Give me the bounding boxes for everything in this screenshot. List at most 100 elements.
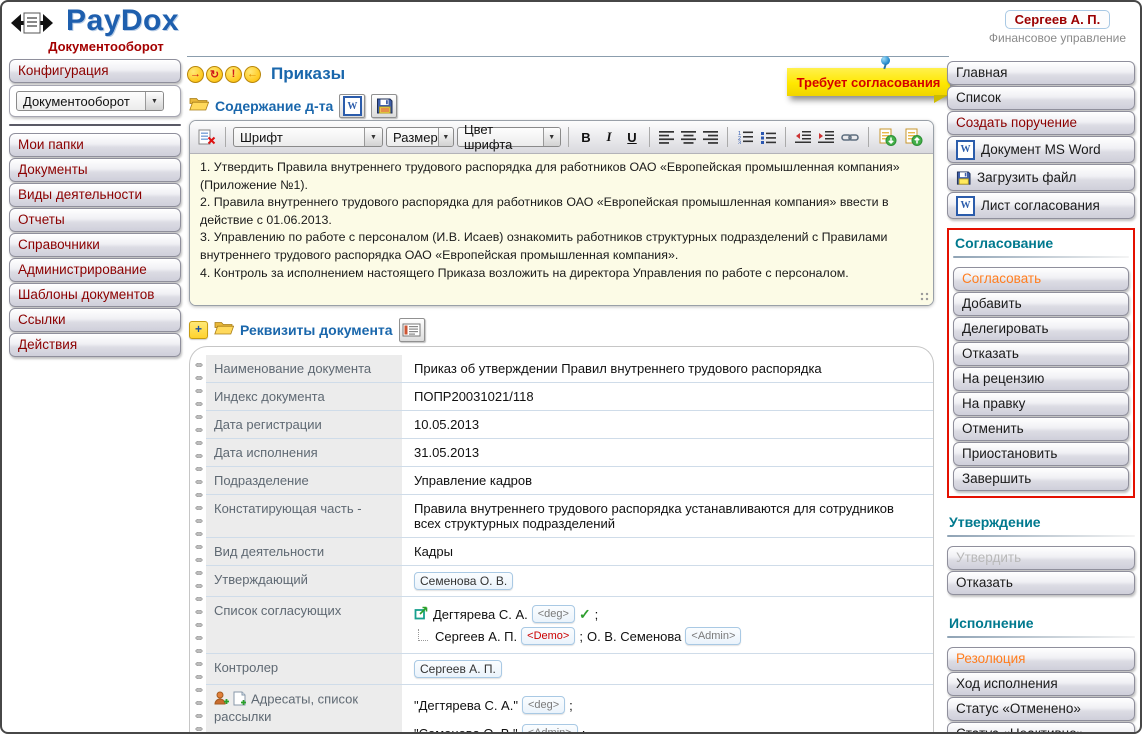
table-row: Вид деятельности Кадры: [206, 538, 933, 566]
floppy-icon: [956, 171, 971, 185]
rsb-button-ms-word-document[interactable]: W Документ MS Word: [947, 136, 1135, 163]
rsb-button-agreement-sheet[interactable]: W Лист согласования: [947, 192, 1135, 219]
role-tag-badge[interactable]: <Admin>: [685, 627, 741, 645]
approve-button: Утвердить: [947, 546, 1135, 570]
add-document-icon[interactable]: [233, 691, 247, 709]
document-editor: Шрифт ▼ Размер ▼ Цвет шрифта ▼ B I U: [189, 120, 934, 306]
refresh-icon[interactable]: ↻: [206, 66, 223, 83]
agreement-highlight-frame: Согласование Согласовать Добавить Делеги…: [947, 228, 1135, 498]
agreer-name[interactable]: Дегтярева С. А.: [433, 607, 528, 622]
configuration-select[interactable]: Документооборот ▼: [16, 91, 164, 111]
table-row: Утверждающий Семенова О. В.: [206, 566, 933, 597]
align-center-button[interactable]: [679, 129, 698, 146]
rsb-button-home[interactable]: Главная: [947, 61, 1135, 85]
person-badge[interactable]: Сергеев А. П.: [414, 660, 502, 678]
role-tag-badge[interactable]: <Demo>: [521, 627, 575, 645]
execution-progress-button[interactable]: Ход исполнения: [947, 672, 1135, 696]
sidebar-item-references[interactable]: Справочники: [9, 233, 181, 257]
table-row: Дата исполнения 31.05.2013: [206, 439, 933, 467]
indent-button[interactable]: [816, 129, 836, 146]
sidebar-item-reports[interactable]: Отчеты: [9, 208, 181, 232]
resolution-button[interactable]: Резолюция: [947, 647, 1135, 671]
chevron-down-icon[interactable]: ▼: [364, 128, 382, 146]
to-revision-button[interactable]: На правку: [953, 392, 1129, 416]
sidebar-item-my-folders[interactable]: Мои папки: [9, 133, 181, 157]
word-icon: W: [956, 140, 975, 160]
font-size-select[interactable]: Размер ▼: [386, 127, 454, 147]
role-tag-badge[interactable]: <deg>: [522, 696, 565, 714]
rsb-button-upload-file[interactable]: Загрузить файл: [947, 164, 1135, 191]
rsb-button-create-task[interactable]: Создать поручение: [947, 111, 1135, 135]
current-user-badge[interactable]: Сергеев А. П.: [1005, 10, 1111, 29]
add-requisite-button[interactable]: +: [189, 321, 208, 339]
bold-button[interactable]: B: [576, 130, 596, 145]
paydox-logo-subtitle: Документооборот: [30, 39, 182, 54]
nav-back-icon[interactable]: ←: [244, 66, 261, 83]
addressee-name[interactable]: "Семенова О. В.": [414, 726, 518, 734]
delegate-button[interactable]: Делегировать: [953, 317, 1129, 341]
approval-refuse-button[interactable]: Отказать: [947, 571, 1135, 595]
to-review-button[interactable]: На рецензию: [953, 367, 1129, 391]
agreer-name[interactable]: Сергеев А. П.: [435, 629, 517, 644]
registration-journal-button[interactable]: [399, 318, 425, 342]
document-content-editor[interactable]: 1. Утвердить Правила внутреннего трудово…: [190, 154, 933, 305]
chevron-down-icon[interactable]: ▼: [438, 128, 453, 146]
cancel-button[interactable]: Отменить: [953, 417, 1129, 441]
execution-section-title: Исполнение: [947, 613, 1135, 631]
sidebar-toggle-print-icon[interactable]: [10, 8, 54, 43]
doc-upload-button[interactable]: [902, 126, 925, 148]
clear-formatting-icon[interactable]: [196, 127, 218, 147]
doc-download-button[interactable]: [876, 126, 899, 148]
sticky-note-requires-agreement: Требует согласования: [787, 68, 950, 96]
paydox-logo: PayDox: [66, 4, 179, 38]
status-inactive-button[interactable]: Статус «Неактивно»: [947, 722, 1135, 734]
sidebar-item-administration[interactable]: Администрирование: [9, 258, 181, 282]
table-row: Список согласующих Дегтярева С. А. <deg>…: [206, 597, 933, 654]
sidebar-item-configuration[interactable]: Конфигурация: [9, 59, 181, 83]
numbered-list-button[interactable]: 123: [735, 128, 755, 146]
chevron-down-icon[interactable]: ▼: [543, 128, 560, 146]
person-badge[interactable]: Семенова О. В.: [414, 572, 513, 590]
underline-button[interactable]: U: [622, 130, 642, 145]
sidebar-item-activity-types[interactable]: Виды деятельности: [9, 183, 181, 207]
paydox-window: PayDox Документооборот Сергеев А. П. Фин…: [0, 0, 1142, 734]
outdent-button[interactable]: [793, 129, 813, 146]
align-right-button[interactable]: [701, 129, 720, 146]
role-tag-badge[interactable]: <Admin>: [522, 724, 578, 734]
link-button[interactable]: [839, 130, 861, 145]
suspend-button[interactable]: Приостановить: [953, 442, 1129, 466]
role-tag-badge[interactable]: <deg>: [532, 605, 575, 623]
table-row: Наименование документа Приказ об утвержд…: [206, 355, 933, 383]
addressee-name[interactable]: "Дегтярева С. А.": [414, 698, 518, 713]
status-cancelled-button[interactable]: Статус «Отменено»: [947, 697, 1135, 721]
agree-button[interactable]: Согласовать: [953, 267, 1129, 291]
word-icon: W: [956, 196, 975, 216]
table-row: Индекс документа ПОПР20031021/118: [206, 383, 933, 411]
document-paragraph: 4. Контроль за исполнением настоящего Пр…: [200, 265, 923, 283]
font-select[interactable]: Шрифт ▼: [233, 127, 383, 147]
alert-icon[interactable]: !: [225, 66, 242, 83]
resize-grip[interactable]: [920, 292, 930, 302]
refuse-button[interactable]: Отказать: [953, 342, 1129, 366]
route-connector: [418, 629, 428, 641]
nav-next-icon[interactable]: →: [187, 66, 204, 83]
sidebar-item-document-templates[interactable]: Шаблоны документов: [9, 283, 181, 307]
rsb-button-list[interactable]: Список: [947, 86, 1135, 110]
requisites-section-title: Реквизиты документа: [240, 322, 393, 338]
add-person-icon[interactable]: [214, 691, 230, 709]
document-paragraph: 1. Утвердить Правила внутреннего трудово…: [200, 159, 923, 194]
sidebar-item-documents[interactable]: Документы: [9, 158, 181, 182]
sidebar-item-links[interactable]: Ссылки: [9, 308, 181, 332]
add-button[interactable]: Добавить: [953, 292, 1129, 316]
align-left-button[interactable]: [657, 129, 676, 146]
italic-button[interactable]: I: [599, 129, 619, 145]
font-color-select[interactable]: Цвет шрифта ▼: [457, 127, 561, 147]
agreer-name[interactable]: О. В. Семенова: [587, 629, 681, 644]
sidebar-item-actions[interactable]: Действия: [9, 333, 181, 357]
complete-button[interactable]: Завершить: [953, 467, 1129, 491]
bullet-list-button[interactable]: [758, 129, 778, 146]
pin-icon: [881, 56, 890, 65]
save-content-button[interactable]: [371, 94, 397, 118]
edit-in-word-button[interactable]: W: [339, 94, 365, 118]
chevron-down-icon[interactable]: ▼: [145, 92, 163, 110]
